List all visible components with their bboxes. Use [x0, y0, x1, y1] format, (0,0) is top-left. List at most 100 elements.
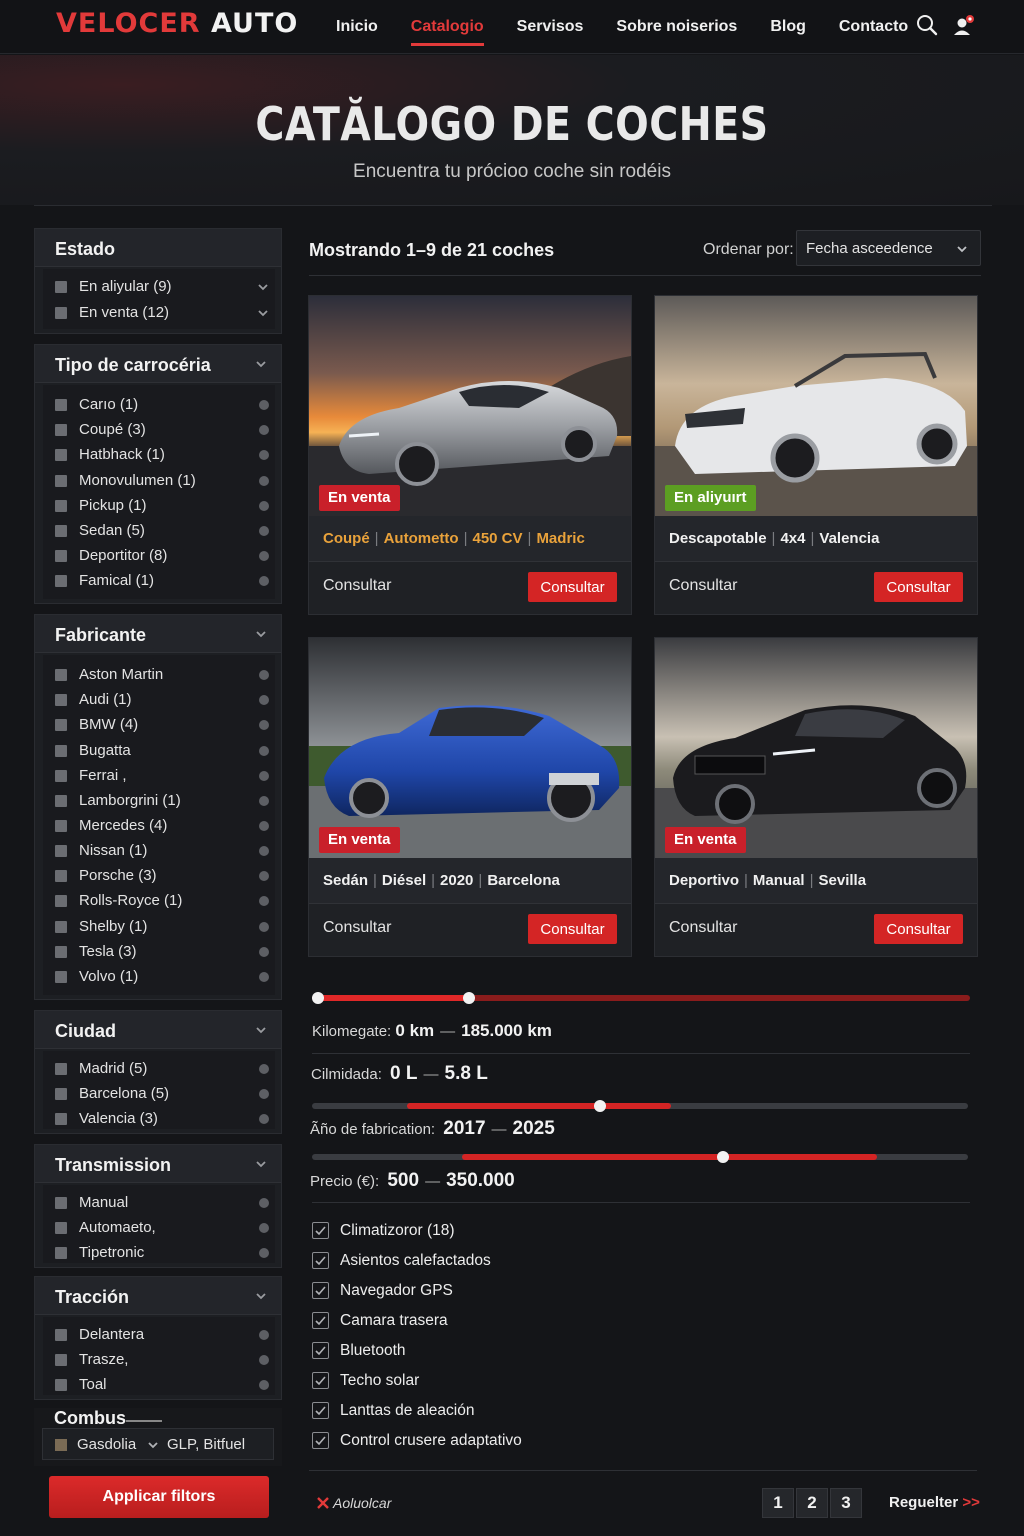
- filter-option[interactable]: Tipetronic: [55, 1243, 269, 1263]
- nav-blog[interactable]: Blog: [770, 12, 806, 42]
- filter-option[interactable]: Ferrai ,: [55, 766, 269, 786]
- checkbox[interactable]: [55, 307, 67, 319]
- consultar-button[interactable]: Consultar: [528, 572, 617, 602]
- car-photo[interactable]: [309, 296, 631, 516]
- nav-sobre-nosotros[interactable]: Sobre noiserios: [616, 12, 737, 42]
- checkbox[interactable]: [55, 921, 67, 933]
- chevron-down-icon[interactable]: [255, 1290, 267, 1302]
- next-page-link[interactable]: Reguelter >>: [889, 1494, 980, 1511]
- filter-option[interactable]: Rolls-Royce (1): [55, 891, 269, 911]
- feature-option[interactable]: Camara trasera: [312, 1311, 712, 1331]
- checkbox[interactable]: [55, 770, 67, 782]
- consultar-button[interactable]: Consultar: [874, 914, 963, 944]
- filter-header-carroceria[interactable]: Tipo de carrocéria: [35, 345, 281, 383]
- checkbox[interactable]: [55, 845, 67, 857]
- checkbox-checked[interactable]: [312, 1222, 329, 1239]
- filter-option[interactable]: Trasze,: [55, 1350, 269, 1370]
- radio-dot[interactable]: [259, 476, 269, 486]
- radio-dot[interactable]: [259, 695, 269, 705]
- checkbox-checked[interactable]: [312, 1312, 329, 1329]
- car-card[interactable]: En venta Deportivo | Manual | Sevilla Consul…: [654, 637, 978, 957]
- filter-header-transmission[interactable]: Transmission: [35, 1145, 281, 1183]
- chevron-down-icon[interactable]: [956, 243, 968, 255]
- checkbox[interactable]: [55, 895, 67, 907]
- checkbox[interactable]: [55, 281, 67, 293]
- car-card[interactable]: En aliyuırt Descapotable | 4x4 | Valencia Co…: [654, 295, 978, 615]
- nav-inicio[interactable]: Inicio: [336, 12, 378, 42]
- checkbox[interactable]: [55, 475, 67, 487]
- filter-option[interactable]: Delantera: [55, 1325, 269, 1345]
- checkbox-checked[interactable]: [312, 1282, 329, 1299]
- filter-option[interactable]: Pickup (1): [55, 496, 269, 516]
- filter-option[interactable]: Mercedes (4): [55, 816, 269, 836]
- checkbox[interactable]: [55, 1222, 67, 1234]
- feature-option[interactable]: Techo solar: [312, 1371, 712, 1391]
- car-photo[interactable]: [655, 296, 977, 516]
- checkbox[interactable]: [55, 424, 67, 436]
- nav-catalogo[interactable]: Catalogio: [410, 12, 484, 46]
- filter-header-ciudad[interactable]: Ciudad: [35, 1011, 281, 1049]
- checkbox[interactable]: [55, 1329, 67, 1341]
- filter-option[interactable]: Shelby (1): [55, 917, 269, 937]
- checkbox-checked[interactable]: [312, 1252, 329, 1269]
- filter-option[interactable]: Bugatta: [55, 741, 269, 761]
- car-card[interactable]: En venta Coupé | Autometto | 450 CV | Madric C…: [308, 295, 632, 615]
- apply-filters-button[interactable]: Applicar filtors: [49, 1476, 269, 1518]
- checkbox[interactable]: [55, 870, 67, 882]
- checkbox[interactable]: [55, 820, 67, 832]
- radio-dot[interactable]: [259, 1089, 269, 1099]
- checkbox[interactable]: [55, 500, 67, 512]
- filter-option[interactable]: Tesla (3): [55, 942, 269, 962]
- filter-option[interactable]: Lamborgrini (1): [55, 791, 269, 811]
- radio-dot[interactable]: [259, 1198, 269, 1208]
- filter-option[interactable]: Hatbhack (1): [55, 445, 269, 465]
- chevron-down-icon[interactable]: [257, 307, 269, 319]
- search-icon[interactable]: [916, 14, 940, 38]
- checkbox[interactable]: [55, 795, 67, 807]
- radio-dot[interactable]: [259, 1064, 269, 1074]
- filter-option[interactable]: Carıo (1): [55, 395, 269, 415]
- nav-contacto[interactable]: Contacto: [839, 12, 908, 42]
- radio-dot[interactable]: [259, 425, 269, 435]
- radio-dot[interactable]: [259, 846, 269, 856]
- feature-option[interactable]: Control crusere adaptativo: [312, 1431, 712, 1451]
- radio-dot[interactable]: [259, 871, 269, 881]
- radio-dot[interactable]: [259, 771, 269, 781]
- filter-option[interactable]: Nissan (1): [55, 841, 269, 861]
- car-card[interactable]: En venta Sedán | Diésel | 2020 | Barcelona Con…: [308, 637, 632, 957]
- filter-option[interactable]: Deportitor (8): [55, 546, 269, 566]
- feature-option[interactable]: Lanttas de aleación: [312, 1401, 712, 1421]
- consultar-button[interactable]: Consultar: [874, 572, 963, 602]
- filter-option[interactable]: Monovulumen (1): [55, 471, 269, 491]
- radio-dot[interactable]: [259, 1355, 269, 1365]
- filter-option[interactable]: BMW (4): [55, 715, 269, 735]
- filter-option[interactable]: Porsche (3): [55, 866, 269, 886]
- feature-option[interactable]: Bluetooth: [312, 1341, 712, 1361]
- radio-dot[interactable]: [259, 720, 269, 730]
- radio-dot[interactable]: [259, 400, 269, 410]
- radio-dot[interactable]: [259, 1248, 269, 1258]
- filter-header-traccion[interactable]: Tracción: [35, 1277, 281, 1315]
- checkbox[interactable]: [55, 1439, 67, 1451]
- car-photo[interactable]: [309, 638, 631, 858]
- checkbox[interactable]: [55, 1247, 67, 1259]
- nav-servicios[interactable]: Servisos: [517, 12, 584, 42]
- filter-option[interactable]: Famical (1): [55, 571, 269, 591]
- checkbox[interactable]: [55, 1197, 67, 1209]
- checkbox[interactable]: [55, 719, 67, 731]
- checkbox[interactable]: [55, 449, 67, 461]
- checkbox-checked[interactable]: [312, 1342, 329, 1359]
- chevron-down-icon[interactable]: [147, 1439, 159, 1451]
- filter-option[interactable]: Automaeto,: [55, 1218, 269, 1238]
- ano-slider-handle[interactable]: [717, 1151, 729, 1163]
- radio-dot[interactable]: [259, 551, 269, 561]
- radio-dot[interactable]: [259, 1380, 269, 1390]
- radio-dot[interactable]: [259, 746, 269, 756]
- filter-option[interactable]: Manual: [55, 1193, 269, 1213]
- checkbox[interactable]: [55, 971, 67, 983]
- filter-option[interactable]: Volvo (1): [55, 967, 269, 987]
- filter-option[interactable]: En venta (12): [55, 303, 269, 323]
- car-photo[interactable]: [655, 638, 977, 858]
- user-notification-icon[interactable]: [952, 14, 976, 38]
- filter-header-estado[interactable]: Estado: [35, 229, 281, 267]
